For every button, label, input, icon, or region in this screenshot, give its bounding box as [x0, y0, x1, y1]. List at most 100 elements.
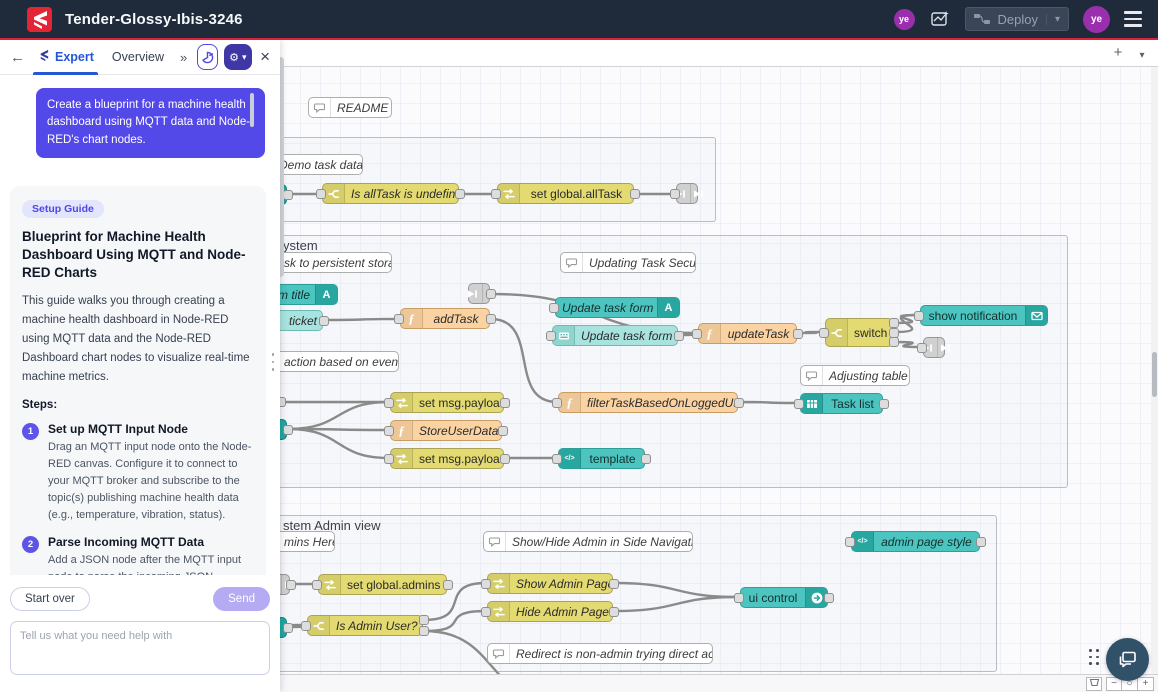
send-button[interactable]: Send: [213, 587, 270, 611]
node-port[interactable]: [819, 328, 829, 338]
node-port[interactable]: [641, 454, 651, 464]
flowfuse-logo[interactable]: [27, 7, 52, 32]
tab-expert[interactable]: Expert: [31, 40, 100, 75]
node-cmtredirect[interactable]: Redirect is non-admin trying direct acce…: [487, 643, 713, 664]
node-shownotif[interactable]: show notification: [920, 305, 1048, 326]
node-cmtadjust[interactable]: Adjusting table: [800, 365, 910, 386]
close-panel-button[interactable]: ×: [258, 47, 272, 67]
node-port[interactable]: [734, 398, 744, 408]
node-addtask[interactable]: ƒaddTask: [400, 308, 490, 329]
node-port[interactable]: [384, 454, 394, 464]
node-port[interactable]: [481, 579, 491, 589]
chat-scrollbar-thumb[interactable]: [250, 93, 254, 127]
node-filter[interactable]: ƒfilterTaskBasedOnLoggedUser: [558, 392, 738, 413]
node-port[interactable]: [889, 337, 899, 347]
node-cmtshowhide[interactable]: Show/Hide Admin in Side Navigation: [483, 531, 693, 552]
node-port[interactable]: [394, 314, 404, 324]
node-setalltask[interactable]: set global.allTask: [497, 183, 634, 204]
node-port[interactable]: [794, 399, 804, 409]
start-over-button[interactable]: Start over: [10, 587, 90, 611]
main-menu-icon[interactable]: [1124, 11, 1142, 27]
node-port[interactable]: [670, 189, 680, 199]
node-port[interactable]: [630, 189, 640, 199]
node-isadmin[interactable]: Is Admin User?: [307, 615, 423, 636]
node-port[interactable]: [486, 314, 496, 324]
node-port[interactable]: [674, 331, 684, 341]
node-port[interactable]: [609, 579, 619, 589]
node-port[interactable]: [917, 343, 927, 353]
node-port[interactable]: [443, 580, 453, 590]
node-uicontrol[interactable]: ui control: [740, 587, 828, 608]
node-port[interactable]: [455, 189, 465, 199]
deploy-caret-icon[interactable]: ▾: [1046, 14, 1060, 25]
avatar-large[interactable]: ye: [1083, 6, 1110, 33]
node-showadmin[interactable]: Show Admin Page: [487, 573, 613, 594]
node-port[interactable]: [914, 311, 924, 321]
tab-overview[interactable]: Overview: [106, 40, 170, 75]
node-template[interactable]: </>template: [558, 448, 645, 469]
back-arrow-icon[interactable]: ←: [10, 49, 25, 66]
panel-resize-grip[interactable]: [272, 353, 275, 371]
add-flow-button[interactable]: +: [1108, 44, 1128, 62]
node-port[interactable]: [889, 318, 899, 328]
node-port[interactable]: [734, 593, 744, 603]
flow-list-caret-button[interactable]: ▾: [1132, 47, 1152, 65]
node-port[interactable]: [546, 331, 556, 341]
node-tasklist[interactable]: Task list: [800, 393, 883, 414]
node-switch[interactable]: switch: [825, 318, 893, 347]
node-port[interactable]: [283, 425, 293, 435]
settings-dropdown-button[interactable]: ⚙ ▾: [224, 44, 253, 70]
node-port[interactable]: [500, 454, 510, 464]
node-updform[interactable]: Update task form: [552, 325, 678, 346]
node-port[interactable]: [419, 615, 429, 625]
node-updtitle[interactable]: Update task form titleA: [555, 297, 680, 318]
node-port[interactable]: [301, 621, 311, 631]
pipeline-ai-icon[interactable]: [929, 8, 951, 30]
node-storeuser[interactable]: ƒStoreUserData: [390, 420, 502, 441]
deploy-button[interactable]: Deploy ▾: [965, 7, 1070, 31]
node-port[interactable]: [283, 190, 293, 200]
node-port[interactable]: [552, 398, 562, 408]
avatar-small[interactable]: ye: [894, 9, 915, 30]
node-port[interactable]: [692, 329, 702, 339]
node-port[interactable]: [286, 580, 296, 590]
node-alltask[interactable]: Is allTask is undefined: [322, 183, 459, 204]
node-adminstyle[interactable]: </>admin page style: [851, 531, 980, 552]
zoom-in-button[interactable]: +: [1138, 677, 1154, 691]
node-port[interactable]: [419, 626, 429, 636]
node-port[interactable]: [319, 316, 329, 326]
node-port[interactable]: [976, 537, 986, 547]
node-port[interactable]: [486, 289, 496, 299]
tab-overflow-chevrons[interactable]: »: [176, 50, 191, 65]
node-set1[interactable]: set msg.payload: [390, 392, 504, 413]
node-port[interactable]: [491, 189, 501, 199]
node-set2[interactable]: set msg.payload: [390, 448, 504, 469]
node-port[interactable]: [609, 607, 619, 617]
node-port[interactable]: [552, 454, 562, 464]
usage-pie-button[interactable]: [197, 44, 217, 70]
node-port[interactable]: [845, 537, 855, 547]
node-port[interactable]: [384, 426, 394, 436]
assistant-chat-fab[interactable]: [1106, 638, 1149, 681]
node-port[interactable]: [283, 623, 293, 633]
node-port[interactable]: [316, 189, 326, 199]
node-port[interactable]: [879, 399, 889, 409]
node-hideadmin[interactable]: Hide Admin Page: [487, 601, 613, 622]
node-readme[interactable]: README: [308, 97, 392, 118]
fab-drag-handle[interactable]: [1089, 649, 1099, 665]
scrollbar-thumb[interactable]: [1152, 352, 1157, 397]
node-cmtupdating[interactable]: Updating Task Securely: [560, 252, 696, 273]
node-port[interactable]: [498, 426, 508, 436]
node-port[interactable]: [889, 328, 899, 338]
node-updatetask[interactable]: ƒupdateTask: [698, 323, 797, 344]
node-port[interactable]: [481, 607, 491, 617]
node-setadmins[interactable]: set global.admins: [318, 574, 447, 595]
navigator-button[interactable]: [1086, 677, 1102, 691]
node-port[interactable]: [500, 398, 510, 408]
chat-input[interactable]: [10, 621, 270, 675]
node-port[interactable]: [312, 580, 322, 590]
node-port[interactable]: [824, 593, 834, 603]
node-port[interactable]: [549, 303, 559, 313]
node-port[interactable]: [384, 398, 394, 408]
node-port[interactable]: [793, 329, 803, 339]
